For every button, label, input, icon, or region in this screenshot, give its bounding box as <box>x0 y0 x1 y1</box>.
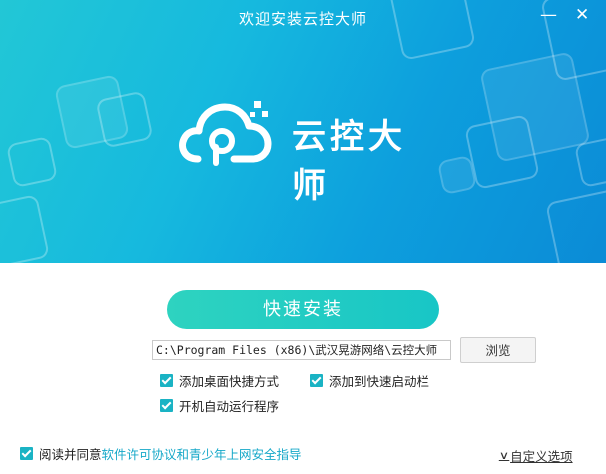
brand-name: 云控大师 <box>292 117 406 206</box>
decor-square <box>573 135 606 189</box>
checkbox-checked-icon[interactable] <box>160 399 173 412</box>
license-link[interactable]: 软件许可协议 <box>102 444 177 463</box>
chevron-down-icon: ∨ <box>498 449 510 462</box>
minimize-button[interactable]: — <box>540 6 557 24</box>
decor-square <box>0 194 50 263</box>
decor-square <box>464 114 540 190</box>
option-quick-launch[interactable]: 添加到快速启动栏 <box>310 371 429 390</box>
close-button[interactable]: ✕ <box>575 6 589 24</box>
custom-options-label: 自定义选项 <box>510 449 573 464</box>
install-path-input[interactable]: C:\Program Files (x86)\武汉晃游网络\云控大师 <box>152 340 451 360</box>
agreement-row: 阅读并同意 软件许可协议 和 青少年上网安全指导 <box>20 444 302 463</box>
option-label: 添加到快速启动栏 <box>329 374 430 389</box>
banner: 欢迎安装云控大师 — ✕ 云控大师 <box>0 0 606 263</box>
quick-install-button[interactable]: 快速安装 <box>167 290 439 329</box>
agree-checkbox[interactable] <box>20 447 33 460</box>
window-title: 欢迎安装云控大师 <box>238 10 367 28</box>
decor-square <box>545 188 606 263</box>
option-label: 开机自动运行程序 <box>179 399 280 414</box>
installer-window: 欢迎安装云控大师 — ✕ 云控大师 快速安装 C:\Program Files … <box>0 0 606 474</box>
and-text: 和 <box>176 447 190 462</box>
agree-prefix: 阅读并同意 <box>39 447 102 462</box>
option-autostart[interactable]: 开机自动运行程序 <box>160 396 279 415</box>
brand-logo: 云控大师 <box>178 97 438 206</box>
option-desktop-shortcut[interactable]: 添加桌面快捷方式 <box>160 371 279 390</box>
checkbox-checked-icon[interactable] <box>160 374 173 387</box>
decor-square <box>5 135 59 189</box>
youth-guide-link[interactable]: 青少年上网安全指导 <box>189 444 302 463</box>
option-label: 添加桌面快捷方式 <box>179 374 280 389</box>
decor-square <box>95 90 154 149</box>
cloud-icon <box>179 101 272 166</box>
browse-button[interactable]: 浏览 <box>460 337 536 363</box>
custom-options-toggle[interactable]: ∨ 自定义选项 <box>498 446 573 465</box>
checkbox-checked-icon[interactable] <box>310 374 323 387</box>
decor-square <box>436 154 478 196</box>
